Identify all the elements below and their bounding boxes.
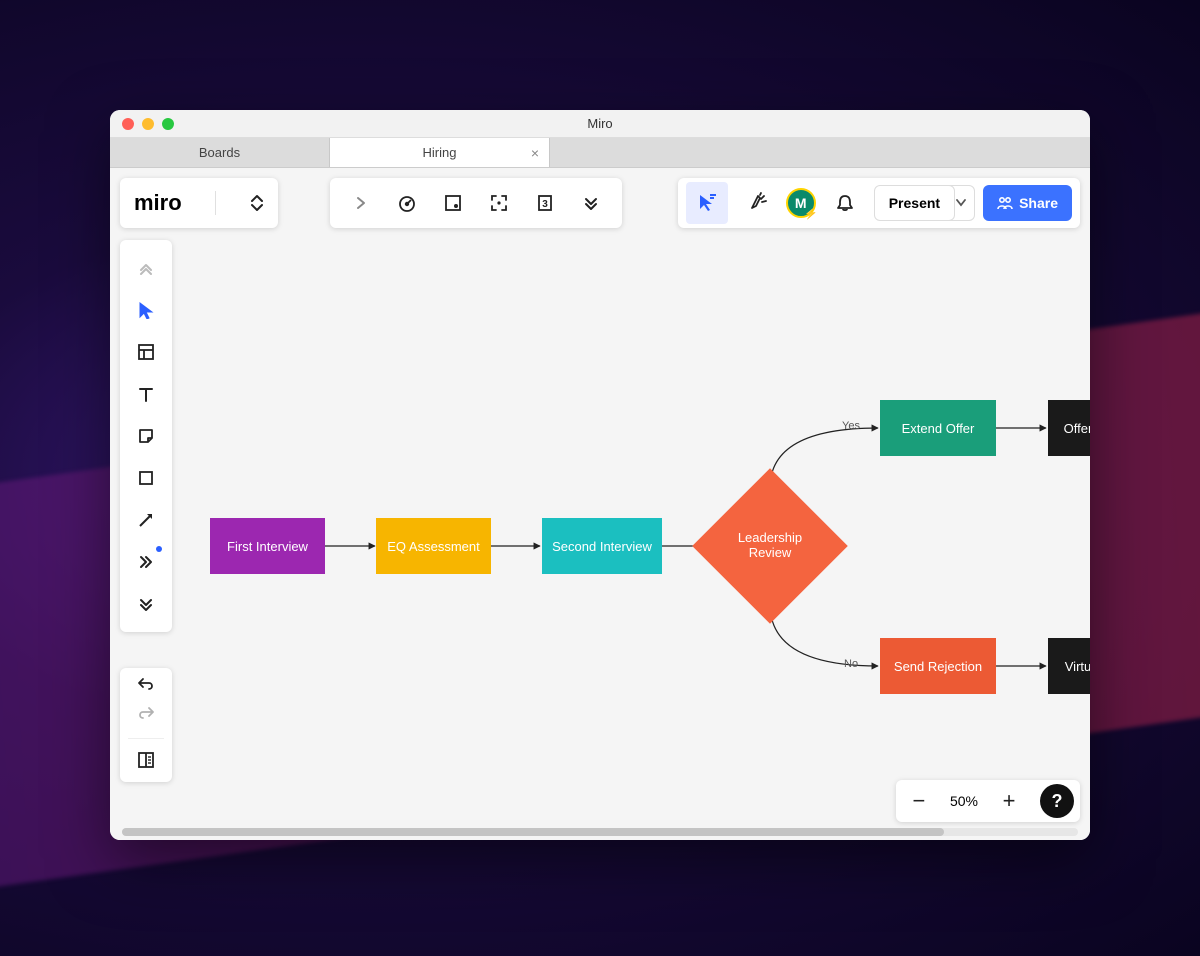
tab-strip: Boards Hiring × [110,138,1090,168]
node-label: First Interview [227,539,308,554]
node-virtual[interactable]: Virtu [1048,638,1090,694]
templates-tool[interactable] [124,332,168,372]
reactions-button[interactable] [736,182,778,224]
present-label: Present [889,195,940,211]
avatar[interactable]: M [786,188,816,218]
scrollbar-thumb[interactable] [122,828,944,836]
divider [128,738,164,739]
horizontal-scrollbar[interactable] [122,828,1078,836]
zoom-in-button[interactable]: + [992,784,1026,818]
select-tool[interactable] [124,290,168,330]
frame-button[interactable] [432,182,474,224]
fit-button[interactable] [478,182,520,224]
zoom-out-button[interactable]: − [902,784,936,818]
redo-button[interactable] [136,705,156,726]
history-column [120,668,172,782]
node-label: Send Rejection [894,659,982,674]
tab-hiring[interactable]: Hiring × [330,138,550,167]
help-button[interactable]: ? [1040,784,1074,818]
avatar-initial: M [795,195,807,211]
node-offer[interactable]: Offer [1048,400,1090,456]
collapse-tools-button[interactable] [124,248,168,288]
node-eq-assessment[interactable]: EQ Assessment [376,518,491,574]
tab-boards[interactable]: Boards [110,138,330,167]
node-first-interview[interactable]: First Interview [210,518,325,574]
voting-button[interactable]: 3 [524,182,566,224]
tool-column [120,240,172,632]
sticky-tool[interactable] [124,416,168,456]
text-tool[interactable] [124,374,168,414]
edge-label-yes: Yes [842,420,860,432]
path-expand-button[interactable] [340,182,382,224]
shape-tool[interactable] [124,458,168,498]
close-tab-button[interactable]: × [531,145,539,161]
present-dropdown[interactable] [947,185,975,221]
logo[interactable]: miro [134,190,182,216]
edge-label-no: No [844,658,858,670]
node-label: Second Interview [552,539,652,554]
tab-label: Boards [199,145,240,160]
line-tool[interactable] [124,500,168,540]
node-label: Leadership Review [720,530,820,560]
node-second-interview[interactable]: Second Interview [542,518,662,574]
divider [215,191,216,215]
zoom-panel: − 50% + ? [896,780,1080,822]
minimap-button[interactable] [137,751,155,774]
notifications-button[interactable] [824,182,866,224]
more-tools-button[interactable] [124,542,168,582]
share-label: Share [1019,195,1058,211]
app-window: Miro Boards Hiring × [110,110,1090,840]
people-icon [997,195,1013,211]
share-button[interactable]: Share [983,185,1072,221]
board-content[interactable]: First Interview EQ Assessment Second Int… [110,168,1090,840]
undo-button[interactable] [136,676,156,697]
node-label: Virtu [1065,659,1090,674]
toolbar-more-button[interactable] [570,182,612,224]
titlebar: Miro [110,110,1090,138]
present-button[interactable]: Present [874,185,955,221]
node-extend-offer[interactable]: Extend Offer [880,400,996,456]
svg-text:3: 3 [542,199,548,210]
logo-panel: miro [120,178,278,228]
right-toolbar: M Present Share [678,178,1080,228]
center-toolbar: 3 [330,178,622,228]
tab-label: Hiring [423,145,457,160]
node-label: EQ Assessment [387,539,479,554]
node-send-rejection[interactable]: Send Rejection [880,638,996,694]
node-label: Offer [1064,421,1090,436]
expand-tools-button[interactable] [124,584,168,624]
new-indicator-icon [156,546,162,552]
timer-button[interactable] [386,182,428,224]
board-switcher[interactable] [250,194,264,212]
window-title: Miro [110,116,1090,131]
zoom-value[interactable]: 50% [944,793,984,809]
canvas[interactable]: First Interview EQ Assessment Second Int… [110,168,1090,840]
node-label: Extend Offer [902,421,975,436]
collab-cursor-button[interactable] [686,182,728,224]
